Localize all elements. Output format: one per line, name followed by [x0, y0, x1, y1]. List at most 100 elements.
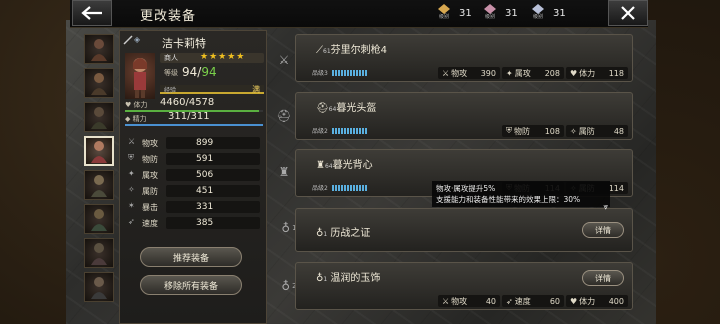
rank-badge-1: 级别 31 [436, 4, 472, 22]
equipment-name: ♁1 温润的玉饰 [316, 273, 381, 284]
sword-icon: ⚔ [442, 296, 450, 306]
close-button[interactable] [608, 0, 648, 26]
character-portrait-icon [91, 39, 107, 61]
stat-chip: ✦ 属攻 208 [502, 67, 564, 79]
character-portrait-icon [91, 277, 107, 299]
stat-chip: ♥ 体力 400 [566, 295, 628, 307]
character-panel: ◈ 洁卡莉特 商人 ★★★★★ 等级 94/94 经验 满 ♥ 体力 4460/… [119, 30, 267, 324]
level-value: 94/94 [182, 65, 217, 79]
remove-all-equipment-button[interactable]: 移除所有装备 [140, 275, 242, 295]
character-slot[interactable] [84, 238, 114, 268]
character-slot[interactable] [84, 68, 114, 98]
recommend-equipment-button[interactable]: 推荐装备 [140, 247, 242, 267]
equipment-row-accessory-2[interactable]: ♁1 温润的玉饰 详情 ⚔ 物攻 40 ➶ 速度 60 ♥ 体力 400 [295, 262, 633, 310]
silver-gem-icon: 级别 [530, 4, 546, 22]
gold-gem-icon: 级别 [436, 4, 452, 22]
spear-icon: ⟋ [316, 45, 323, 56]
stat-row-phys-attack: ⚔ 物攻 899 [126, 137, 266, 149]
equipment-row-accessory-1[interactable]: ♁1 历战之证 详情 [295, 208, 633, 252]
page-title: 更改装备 [140, 9, 197, 24]
stat-chip: ⚔ 物攻 390 [438, 67, 500, 79]
class-icon: ◈ [134, 35, 141, 44]
tooltip-pointer-icon: ⩔ [603, 202, 608, 211]
stat-chip: ⚔ 物攻 40 [438, 295, 500, 307]
character-slot[interactable] [84, 204, 114, 234]
heart-icon: ♥ [570, 68, 578, 78]
stat-row-elem-attack: ✦ 属攻 506 [126, 169, 266, 181]
heart-icon: ♥ [570, 296, 578, 306]
character-slot-selected[interactable] [84, 136, 114, 166]
equipment-stats: ⚔ 物攻 40 ➶ 速度 60 ♥ 体力 400 [438, 295, 628, 307]
helmet-icon: ⛑ [316, 103, 329, 114]
rank-value: 31 [553, 7, 566, 19]
sp-bar [125, 124, 263, 126]
helmet-slot-icon: ⛑ [276, 109, 292, 123]
character-portrait-icon [91, 107, 107, 129]
grade-indicator: 品级2 [312, 126, 372, 136]
character-slot[interactable] [84, 170, 114, 200]
exp-label: 经验 [164, 87, 177, 94]
magic-attack-icon: ✦ [506, 68, 513, 78]
character-portrait-icon [91, 73, 107, 95]
equipment-row-helmet[interactable]: ⛑64暮光头盔 品级2 ⛨ 物防 108 ✧ 属防 48 [295, 92, 633, 140]
rarity-stars: ★★★★★ [200, 52, 246, 62]
sp-icon: ◆ [125, 115, 131, 123]
hp-value: 4460/4578 [160, 97, 215, 108]
level-label: 等级 [164, 69, 178, 77]
rank-badge-3: 级别 31 [530, 4, 566, 22]
equipment-name: ⟋61芬里尔刺枪4 [316, 45, 388, 56]
stat-chip: ✧ 属防 48 [566, 125, 628, 137]
detail-button[interactable]: 详情 [582, 270, 624, 286]
grade-indicator: 品级3 [312, 68, 372, 78]
stat-chip: ⛨ 物防 108 [502, 125, 564, 137]
rank-value: 31 [459, 7, 472, 19]
heart-icon: ♥ [125, 101, 132, 109]
character-slot[interactable] [84, 102, 114, 132]
character-list [84, 30, 116, 324]
shield-icon: ⛨ [128, 153, 134, 162]
grade-indicator: 品级2 [312, 183, 372, 193]
character-portrait-icon [91, 243, 107, 265]
tooltip-line-1: 物攻·属攻提升5% [436, 184, 496, 193]
sword-icon: ⚔ [128, 137, 136, 146]
magic-defense-icon: ✧ [570, 126, 577, 136]
rank-value: 31 [505, 7, 518, 19]
equipment-row-weapon[interactable]: ⟋61芬里尔刺枪4 品级3 ⚔ 物攻 390 ✦ 属攻 208 ♥ 体力 118 [295, 34, 633, 82]
job-label: 商人 [164, 54, 178, 62]
spear-icon [123, 35, 133, 45]
detail-button[interactable]: 详情 [582, 222, 624, 238]
character-slot[interactable] [84, 34, 114, 64]
sp-value: 311/311 [168, 111, 210, 122]
tooltip-line-2: 支援能力和装备性能带来的效果上限：30% [436, 195, 581, 204]
character-portrait [125, 53, 155, 99]
character-portrait-icon [91, 175, 107, 197]
equipment-name: ♜64暮光背心 [316, 160, 373, 171]
character-name: 洁卡莉特 [162, 37, 206, 50]
equipment-name: ⛑64暮光头盔 [316, 103, 377, 114]
stat-chip: ➶ 速度 60 [502, 295, 564, 307]
exp-status: 满 [252, 85, 260, 94]
rank-badge-2: 级别 31 [482, 4, 518, 22]
character-slot[interactable] [84, 272, 114, 302]
magic-attack-icon: ✦ [128, 169, 135, 178]
shield-icon: ⛨ [506, 126, 512, 135]
back-arrow-icon [81, 6, 102, 20]
hp-label: ♥ 体力 [125, 101, 148, 109]
sword-icon: ⚔ [442, 68, 450, 78]
character-portrait-icon [91, 209, 107, 231]
magic-defense-icon: ✧ [128, 185, 135, 194]
equipment-stats: ⚔ 物攻 390 ✦ 属攻 208 ♥ 体力 118 [438, 67, 628, 79]
character-portrait-icon [91, 141, 107, 163]
close-icon [621, 6, 635, 20]
equipment-name: ♁1 历战之证 [316, 228, 371, 239]
stat-chip: ♥ 体力 118 [566, 67, 628, 79]
weapon-slot-icon: ⚔ [278, 53, 290, 67]
back-button[interactable] [72, 0, 112, 26]
armor-slot-icon: ♜ [278, 165, 290, 179]
job-bar: 商人 ★★★★★ [160, 52, 264, 63]
stat-row-phys-defense: ⛨ 物防 591 [126, 153, 266, 165]
sp-label: ◆ 精力 [125, 115, 147, 123]
stat-row-speed: ➶ 速度 385 [126, 217, 266, 229]
character-sprite-icon [133, 58, 147, 98]
stat-row-critical: ✶ 暴击 331 [126, 201, 266, 213]
